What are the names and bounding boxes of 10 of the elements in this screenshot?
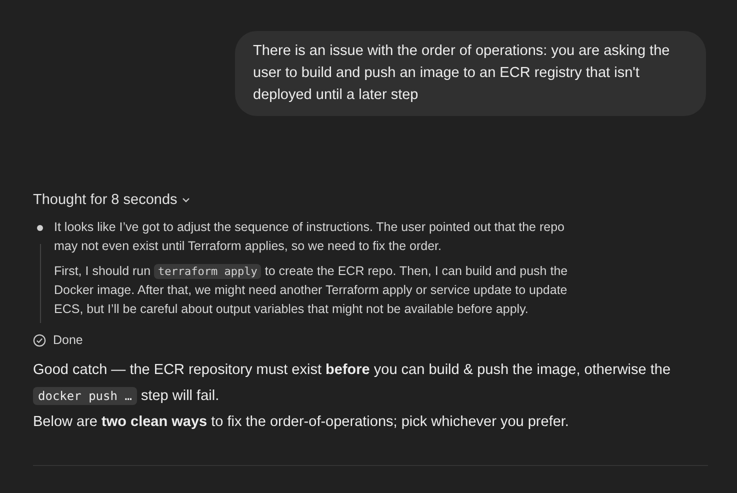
bullet-icon xyxy=(37,225,43,231)
answer-paragraph: Good catch — the ECR repository must exist before you can build & push the image, otherwise the docker push … step will fail. xyxy=(33,361,672,407)
thought-paragraph: It looks like I’ve got to adjust the sequence of instructions. The user pointed out that the repo may not even exist until Terraform applies, so we need to fix the order. xyxy=(54,219,566,255)
user-message: There is an issue with the order of operations: you are asking the user to build and push an image to an ECR registry that isn't deployed until a later step xyxy=(235,31,706,116)
answer-paragraph: Below are two clean ways to fix the order-of-operations; pick whichever you prefer. xyxy=(33,413,570,432)
thought-toggle[interactable]: Thought for 8 seconds xyxy=(33,192,192,208)
check-circle-icon xyxy=(33,334,46,346)
chevron-icon xyxy=(181,195,192,205)
thought-paragraph: First, I should run terraform apply to create the ECR repo. Then, I can build and push the Docker image. After that, we might need another Terraform apply or service update to update ECS, but I’ll be careful about output variables that might not be available before apply. xyxy=(54,263,569,318)
status-label: Done xyxy=(53,333,83,347)
